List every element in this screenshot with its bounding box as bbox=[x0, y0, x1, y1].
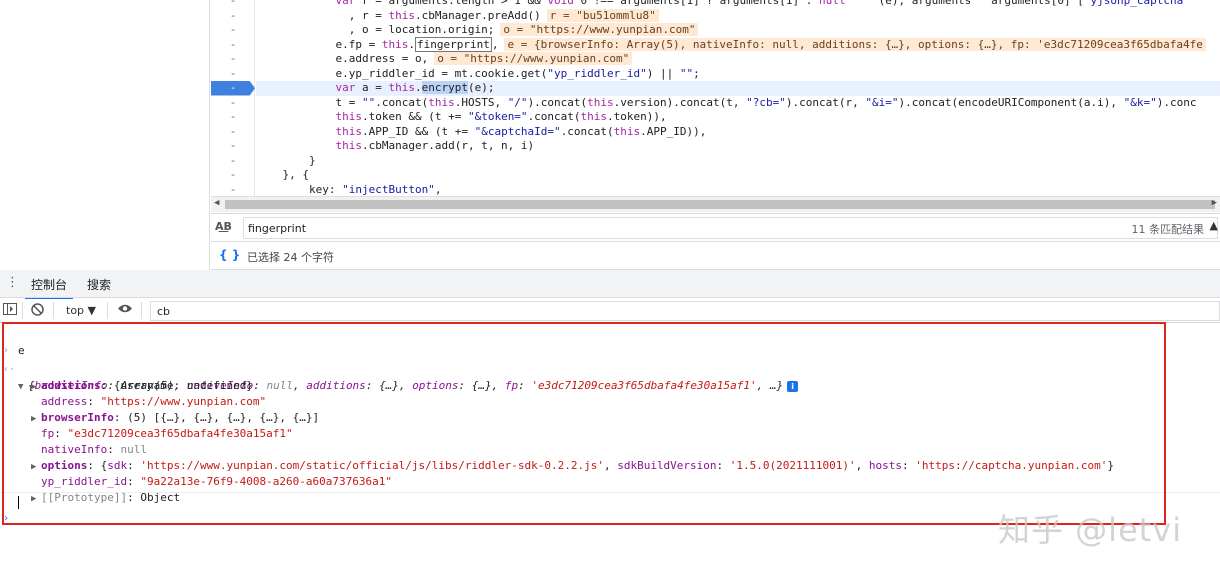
code-area[interactable]: var r = arguments.length > 1 && void 0 !… bbox=[256, 0, 1220, 196]
code-line[interactable]: key: "injectButton", bbox=[256, 183, 1220, 197]
gutter-marker[interactable]: - bbox=[211, 96, 255, 111]
drawer-tabbar: ⋮ 控制台 搜索 bbox=[0, 270, 1220, 300]
code-line[interactable]: }, { bbox=[256, 168, 1220, 183]
gutter-marker[interactable]: - bbox=[211, 183, 255, 198]
prop-row-nativeinfo: nativeInfo: null bbox=[41, 443, 147, 456]
gutter-marker[interactable]: - bbox=[211, 154, 255, 169]
watermark: 知乎 @letvi bbox=[998, 511, 1183, 549]
scrollbar-thumb[interactable] bbox=[225, 200, 1215, 209]
code-line[interactable]: } bbox=[256, 154, 1220, 169]
inline-value: o = "https://www.yunpian.com" bbox=[434, 52, 633, 65]
prop-row-fp: fp: "e3dc71209cea3f65dbafa4fe30a15af1" bbox=[41, 427, 293, 440]
eye-icon[interactable] bbox=[117, 303, 133, 317]
gutter-marker[interactable]: - bbox=[211, 23, 255, 38]
prop-row-options[interactable]: ▶ options: {sdk: 'https://www.yunpian.com… bbox=[0, 442, 1220, 472]
pretty-print-icon[interactable]: { } bbox=[219, 248, 240, 262]
match-case-icon[interactable]: A͟B bbox=[215, 220, 232, 233]
code-line[interactable]: this.token && (t += "&token=".concat(thi… bbox=[256, 110, 1220, 125]
console-divider bbox=[0, 492, 1220, 493]
context-selector[interactable]: top ▼ bbox=[66, 304, 96, 317]
inline-value: o = "https://www.yunpian.com" bbox=[500, 23, 699, 36]
console-result-row[interactable]: ‹· ▼ {browserInfo: Array(5), nativeInfo: … bbox=[0, 346, 1220, 392]
code-line[interactable]: e.yp_riddler_id = mt.cookie.get("yp_ridd… bbox=[256, 67, 1220, 82]
search-input[interactable] bbox=[243, 217, 1218, 239]
line-gutter[interactable]: -------------- bbox=[211, 0, 255, 196]
code-line[interactable]: , o = location.origin; o = "https://www.y… bbox=[256, 23, 1220, 38]
prop-row-yp-riddler-id: yp_riddler_id: "9a22a13e-76f9-4008-a260-… bbox=[41, 475, 393, 488]
scroll-right-icon[interactable]: ▶ bbox=[1212, 198, 1217, 208]
gutter-marker[interactable]: - bbox=[211, 168, 255, 183]
tab-console[interactable]: 控制台 bbox=[24, 276, 74, 300]
code-line[interactable]: e.fp = this. fingerprint, e = {browserInfo… bbox=[256, 36, 1220, 53]
toolbar-divider bbox=[107, 302, 108, 319]
prop-row-address: address: "https://www.yunpian.com" bbox=[41, 395, 267, 408]
gutter-marker[interactable]: - bbox=[211, 52, 255, 67]
prop-row-prototype[interactable]: ▶ [[Prototype]]: Object bbox=[0, 474, 1220, 504]
toolbar-divider bbox=[22, 302, 23, 319]
inline-value: e = {browserInfo: Array(5), nativeInfo: … bbox=[504, 37, 1206, 51]
code-line[interactable]: t = "".concat(this.HOSTS, "/").concat(th… bbox=[256, 96, 1220, 111]
code-line[interactable]: var a = this.encrypt(e); bbox=[256, 81, 1220, 96]
code-line[interactable]: e.address = o, o = "https://www.yunpian.c… bbox=[256, 52, 1220, 67]
gutter-marker[interactable]: - bbox=[211, 0, 255, 9]
gutter-marker[interactable]: - bbox=[211, 81, 255, 96]
tab-search[interactable]: 搜索 bbox=[87, 276, 111, 293]
console-input-row: › e bbox=[0, 327, 1220, 357]
inline-value: r = "bu51ommlu8" bbox=[546, 8, 659, 22]
code-line[interactable]: this.APP_ID && (t += "&captchaId=".conca… bbox=[256, 125, 1220, 140]
prompt-chevron-icon: › bbox=[3, 513, 10, 524]
gutter-marker[interactable]: - bbox=[211, 38, 255, 53]
search-bar: A͟B 11 条匹配结果 ▲ bbox=[211, 213, 1220, 242]
match-count: 11 条匹配结果 bbox=[1131, 223, 1205, 236]
scroll-left-icon[interactable]: ◀ bbox=[214, 198, 219, 208]
text-caret bbox=[18, 496, 19, 509]
sidebar-toggle-icon[interactable] bbox=[3, 303, 17, 318]
gutter-marker[interactable]: - bbox=[211, 139, 255, 154]
gutter-marker[interactable]: - bbox=[211, 110, 255, 125]
source-editor: -------------- var r = arguments.length … bbox=[0, 0, 1220, 270]
gutter-marker[interactable]: - bbox=[211, 9, 255, 24]
code-line[interactable]: var r = arguments.length > 1 && void 0 !… bbox=[256, 0, 1220, 9]
navigator-pane bbox=[0, 0, 210, 270]
previous-match-icon[interactable]: ▲ bbox=[1210, 219, 1218, 232]
prop-row-browserinfo[interactable]: ▶ browserInfo: (5) [{…}, {…}, {…}, {…}, {… bbox=[0, 394, 1220, 424]
gutter-marker[interactable]: - bbox=[211, 67, 255, 82]
console-toolbar: top ▼ cb bbox=[0, 299, 1220, 323]
toolbar-divider bbox=[53, 302, 54, 319]
code-line[interactable]: , r = this.cbManager.preAdd() r = "bu51om… bbox=[256, 8, 1220, 24]
toolbar-divider bbox=[141, 302, 142, 319]
clear-console-icon[interactable] bbox=[31, 303, 44, 319]
selection-status: 已选择 24 个字符 bbox=[247, 251, 334, 264]
gutter-marker[interactable]: - bbox=[211, 125, 255, 140]
filter-input[interactable]: cb bbox=[150, 301, 1220, 321]
prop-row-additions[interactable]: ▶ additions: {username: undefined} bbox=[0, 362, 1220, 392]
horizontal-scrollbar[interactable]: ◀ ▶ bbox=[211, 196, 1220, 212]
more-options-icon[interactable]: ⋮ bbox=[6, 275, 19, 290]
status-bar: { } 已选择 24 个字符 bbox=[211, 242, 1220, 270]
code-line[interactable]: this.cbManager.add(r, t, n, i) bbox=[256, 139, 1220, 154]
